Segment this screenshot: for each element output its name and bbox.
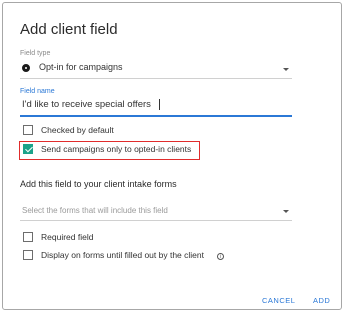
checkbox-label: Display on forms until filled out by the…: [41, 250, 204, 260]
text-cursor: [159, 99, 160, 110]
field-name-input[interactable]: I'd like to receive special offers: [20, 97, 292, 117]
intake-section-title: Add this field to your client intake for…: [20, 179, 177, 189]
add-button[interactable]: ADD: [313, 296, 330, 305]
cancel-button[interactable]: CANCEL: [262, 296, 295, 305]
field-type-value: Opt-in for campaigns: [39, 62, 123, 72]
radio-selected-icon: [22, 64, 30, 72]
checkbox[interactable]: [23, 232, 33, 242]
field-name-value: I'd like to receive special offers: [22, 99, 151, 110]
info-icon[interactable]: i: [217, 253, 224, 260]
field-type-label: Field type: [20, 50, 51, 57]
dialog-title: Add client field: [20, 21, 118, 38]
add-client-field-dialog: Add client field Field type Opt-in for c…: [2, 2, 342, 310]
checkbox-label: Send campaigns only to opted-in clients: [41, 144, 192, 154]
forms-select[interactable]: Select the forms that will include this …: [20, 204, 292, 221]
chevron-down-icon: [283, 68, 289, 71]
field-type-select[interactable]: Opt-in for campaigns: [20, 60, 292, 79]
checkbox-checked[interactable]: [23, 144, 33, 154]
checkbox-label: Required field: [41, 232, 94, 242]
forms-placeholder: Select the forms that will include this …: [22, 206, 168, 215]
checkbox[interactable]: [23, 250, 33, 260]
field-name-label: Field name: [20, 88, 55, 95]
checkbox-label: Checked by default: [41, 125, 114, 135]
checkbox[interactable]: [23, 125, 33, 135]
chevron-down-icon: [283, 210, 289, 213]
